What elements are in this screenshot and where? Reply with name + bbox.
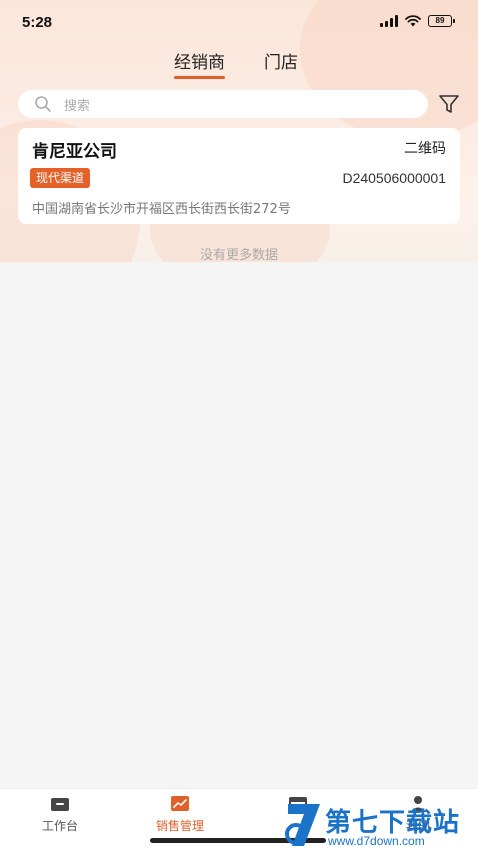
toolbox-icon <box>51 798 69 811</box>
tab-stores[interactable]: 门店 <box>264 48 298 73</box>
status-time: 5:28 <box>22 14 53 31</box>
nav-label: 工作台 <box>41 819 78 833</box>
status-icons: 89 <box>380 15 455 27</box>
tab-dealers[interactable]: 经销商 <box>174 48 225 79</box>
dealer-address: 中国湖南省长沙市开福区西长街西长街272号 <box>32 202 291 217</box>
dealer-code: D240506000001 <box>342 170 446 186</box>
watermark: 第七下载站 www.d7down.com <box>280 800 478 850</box>
tab-bar: 经销商 门店 <box>0 48 478 79</box>
channel-tag: 现代渠道 <box>30 168 91 188</box>
search-input[interactable]: 搜索 <box>18 90 428 118</box>
qr-code-link[interactable]: 二维码 <box>404 138 446 158</box>
watermark-url: www.d7down.com <box>328 834 425 848</box>
nav-item-sales[interactable]: 销售管理 <box>140 795 220 834</box>
search-placeholder: 搜索 <box>64 98 91 114</box>
signal-icon <box>380 15 398 27</box>
list-end-text: 没有更多数据 <box>199 248 278 263</box>
filter-icon[interactable] <box>438 93 460 115</box>
search-icon <box>35 96 51 112</box>
nav-label: 销售管理 <box>155 819 204 833</box>
status-bar: 5:28 89 <box>0 0 478 44</box>
battery-icon: 89 <box>428 15 455 27</box>
sales-chart-icon <box>171 796 189 811</box>
watermark-logo-icon <box>285 804 320 846</box>
dealer-name: 肯尼亚公司 <box>32 142 117 162</box>
nav-item-workbench[interactable]: 工作台 <box>20 795 100 834</box>
wifi-icon <box>405 15 421 27</box>
dealer-card[interactable]: 肯尼亚公司 二维码 现代渠道 D240506000001 中国湖南省长沙市开福区… <box>18 128 460 224</box>
